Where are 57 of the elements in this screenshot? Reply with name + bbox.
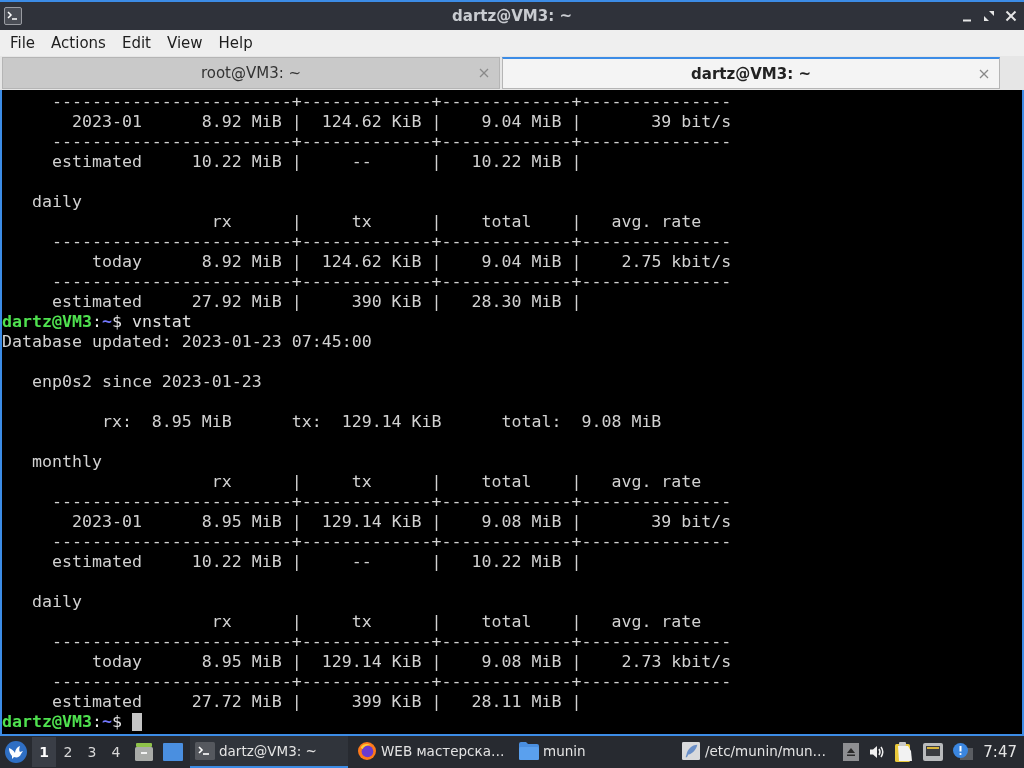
folder-icon (519, 742, 539, 760)
workspace-button[interactable]: 4 (104, 737, 128, 767)
menu-item[interactable]: Actions (43, 32, 114, 54)
output-line: 2023-01 8.95 MiB | 129.14 KiB | 9.08 MiB | 39 bit/s (71, 512, 732, 532)
output-line: ------------------------+-------------+-------------+--------------- (51, 272, 732, 292)
output-line: enp0s2 since 2023-01-23 (32, 372, 262, 392)
maximize-icon[interactable] (983, 10, 995, 22)
window-title: dartz@VM3: ~ (452, 7, 572, 25)
output-line: estimated 10.22 MiB | -- | 10.22 MiB | (51, 552, 582, 572)
output-line: ------------------------+-------------+-------------+--------------- (51, 92, 732, 112)
output-line: ------------------------+-------------+-------------+--------------- (51, 132, 732, 152)
output-line: today 8.92 MiB | 124.62 KiB | 9.04 MiB | 2.75 kbit/s (91, 252, 732, 272)
output-line: ------------------------+-------------+-------------+--------------- (51, 532, 732, 552)
menu-item[interactable]: Edit (113, 32, 159, 54)
shell-prompt: dartz@VM3:~$ vnstat (2, 312, 192, 332)
task-button[interactable]: /etc/munin/mun… (676, 736, 834, 768)
output-line: daily (32, 592, 82, 612)
task-button[interactable]: munin (514, 736, 672, 768)
output-line: ------------------------+-------------+-------------+--------------- (51, 632, 732, 652)
output-line: ------------------------+-------------+-------------+--------------- (51, 492, 732, 512)
tab[interactable]: dartz@VM3: ~ (502, 57, 1000, 89)
globe-icon (357, 742, 377, 760)
alert-icon[interactable] (953, 743, 974, 761)
eject-icon[interactable] (843, 743, 860, 761)
shell-prompt: dartz@VM3:~$ (2, 712, 122, 732)
task-button[interactable]: dartz@VM3: ~ (190, 736, 348, 768)
workspace-button[interactable]: 2 (56, 737, 80, 767)
output-line: rx | tx | total | avg. rate (211, 212, 702, 232)
output-line: estimated 27.72 MiB | 399 KiB | 28.11 MiB | (51, 692, 582, 712)
output-line: rx | tx | total | avg. rate (211, 612, 702, 632)
bird-icon[interactable] (5, 741, 27, 763)
speaker-icon[interactable] (869, 743, 886, 761)
output-line: rx: 8.95 MiB tx: 129.14 KiB total: 9.08 MiB (101, 412, 662, 432)
terminal-icon (195, 742, 215, 760)
menu-item[interactable]: View (158, 32, 211, 54)
workspace-button[interactable]: 1 (32, 737, 56, 767)
output-line: ------------------------+-------------+-------------+--------------- (51, 672, 732, 692)
feather-icon (681, 742, 701, 760)
output-line: monthly (32, 452, 102, 472)
file-cabinet-icon[interactable] (134, 742, 154, 762)
output-line: daily (32, 192, 82, 212)
output-line: estimated 27.92 MiB | 390 KiB | 28.30 MiB | (51, 292, 582, 312)
task-button[interactable]: WEB мастерска… (352, 736, 510, 768)
clipboard-icon[interactable] (895, 742, 914, 762)
terminal-icon (4, 7, 22, 25)
clock: 7:47 (983, 743, 1017, 761)
workspace-button[interactable]: 3 (80, 737, 104, 767)
menu-item[interactable]: Help (210, 32, 261, 54)
output-line: today 8.95 MiB | 129.14 KiB | 9.08 MiB | 2.73 kbit/s (91, 652, 732, 672)
output-line: ------------------------+-------------+-------------+--------------- (51, 232, 732, 252)
output-line: 2023-01 8.92 MiB | 124.62 KiB | 9.04 MiB | 39 bit/s (71, 112, 732, 132)
menu-item[interactable]: File (2, 32, 44, 54)
output-line: rx | tx | total | avg. rate (211, 472, 702, 492)
network-port-icon[interactable] (923, 743, 944, 761)
output-line: estimated 10.22 MiB | -- | 10.22 MiB | (51, 152, 582, 172)
output-line: Database updated: 2023-01-23 07:45:00 (2, 332, 372, 352)
tab[interactable]: root@VM3: ~ (2, 57, 500, 89)
